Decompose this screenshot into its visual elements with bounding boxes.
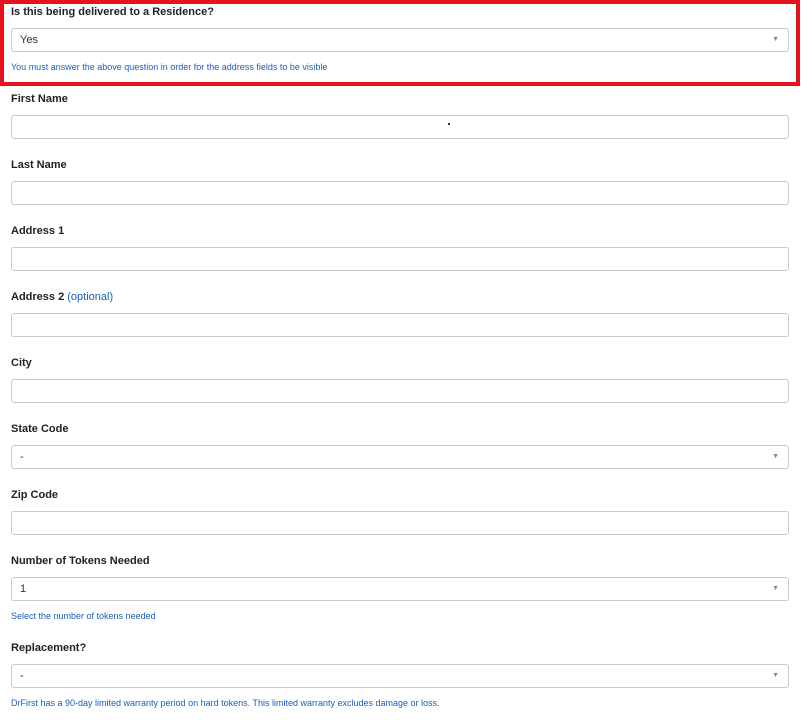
chevron-down-icon: ▼ <box>772 453 779 460</box>
residence-select[interactable]: Yes ▼ <box>11 28 789 52</box>
tokens-select[interactable]: 1 ▼ <box>11 577 789 601</box>
zip-code-label: Zip Code <box>11 489 59 501</box>
state-code-select[interactable]: - ▼ <box>11 445 789 469</box>
chevron-down-icon: ▼ <box>772 672 779 679</box>
replacement-label: Replacement? <box>11 642 87 654</box>
address2-label-text: Address 2 <box>11 291 65 303</box>
replacement-warranty-hint: DrFirst has a 90-day limited warranty pe… <box>11 698 440 708</box>
first-name-label: First Name <box>11 93 68 105</box>
zip-code-input[interactable] <box>11 511 789 535</box>
state-code-label: State Code <box>11 423 69 435</box>
city-label: City <box>11 357 32 369</box>
address1-input[interactable] <box>11 247 789 271</box>
city-input[interactable] <box>11 379 789 403</box>
last-name-input[interactable] <box>11 181 789 205</box>
state-code-select-value: - <box>20 451 24 463</box>
chevron-down-icon: ▼ <box>772 36 779 43</box>
tokens-hint: Select the number of tokens needed <box>11 611 156 621</box>
first-name-input[interactable] <box>11 115 789 139</box>
text-cursor-dot <box>448 123 450 125</box>
residence-hint: You must answer the above question in or… <box>11 62 328 72</box>
replacement-select[interactable]: - ▼ <box>11 664 789 688</box>
tokens-select-value: 1 <box>20 583 27 595</box>
address2-input[interactable] <box>11 313 789 337</box>
address2-label: Address 2 (optional) <box>11 291 113 303</box>
replacement-select-value: - <box>20 670 24 682</box>
tokens-label: Number of Tokens Needed <box>11 555 150 567</box>
residence-select-value: Yes <box>20 34 38 46</box>
optional-tag: (optional) <box>67 291 114 303</box>
address1-label: Address 1 <box>11 225 65 237</box>
last-name-label: Last Name <box>11 159 67 171</box>
chevron-down-icon: ▼ <box>772 585 779 592</box>
residence-label: Is this being delivered to a Residence? <box>11 6 214 18</box>
